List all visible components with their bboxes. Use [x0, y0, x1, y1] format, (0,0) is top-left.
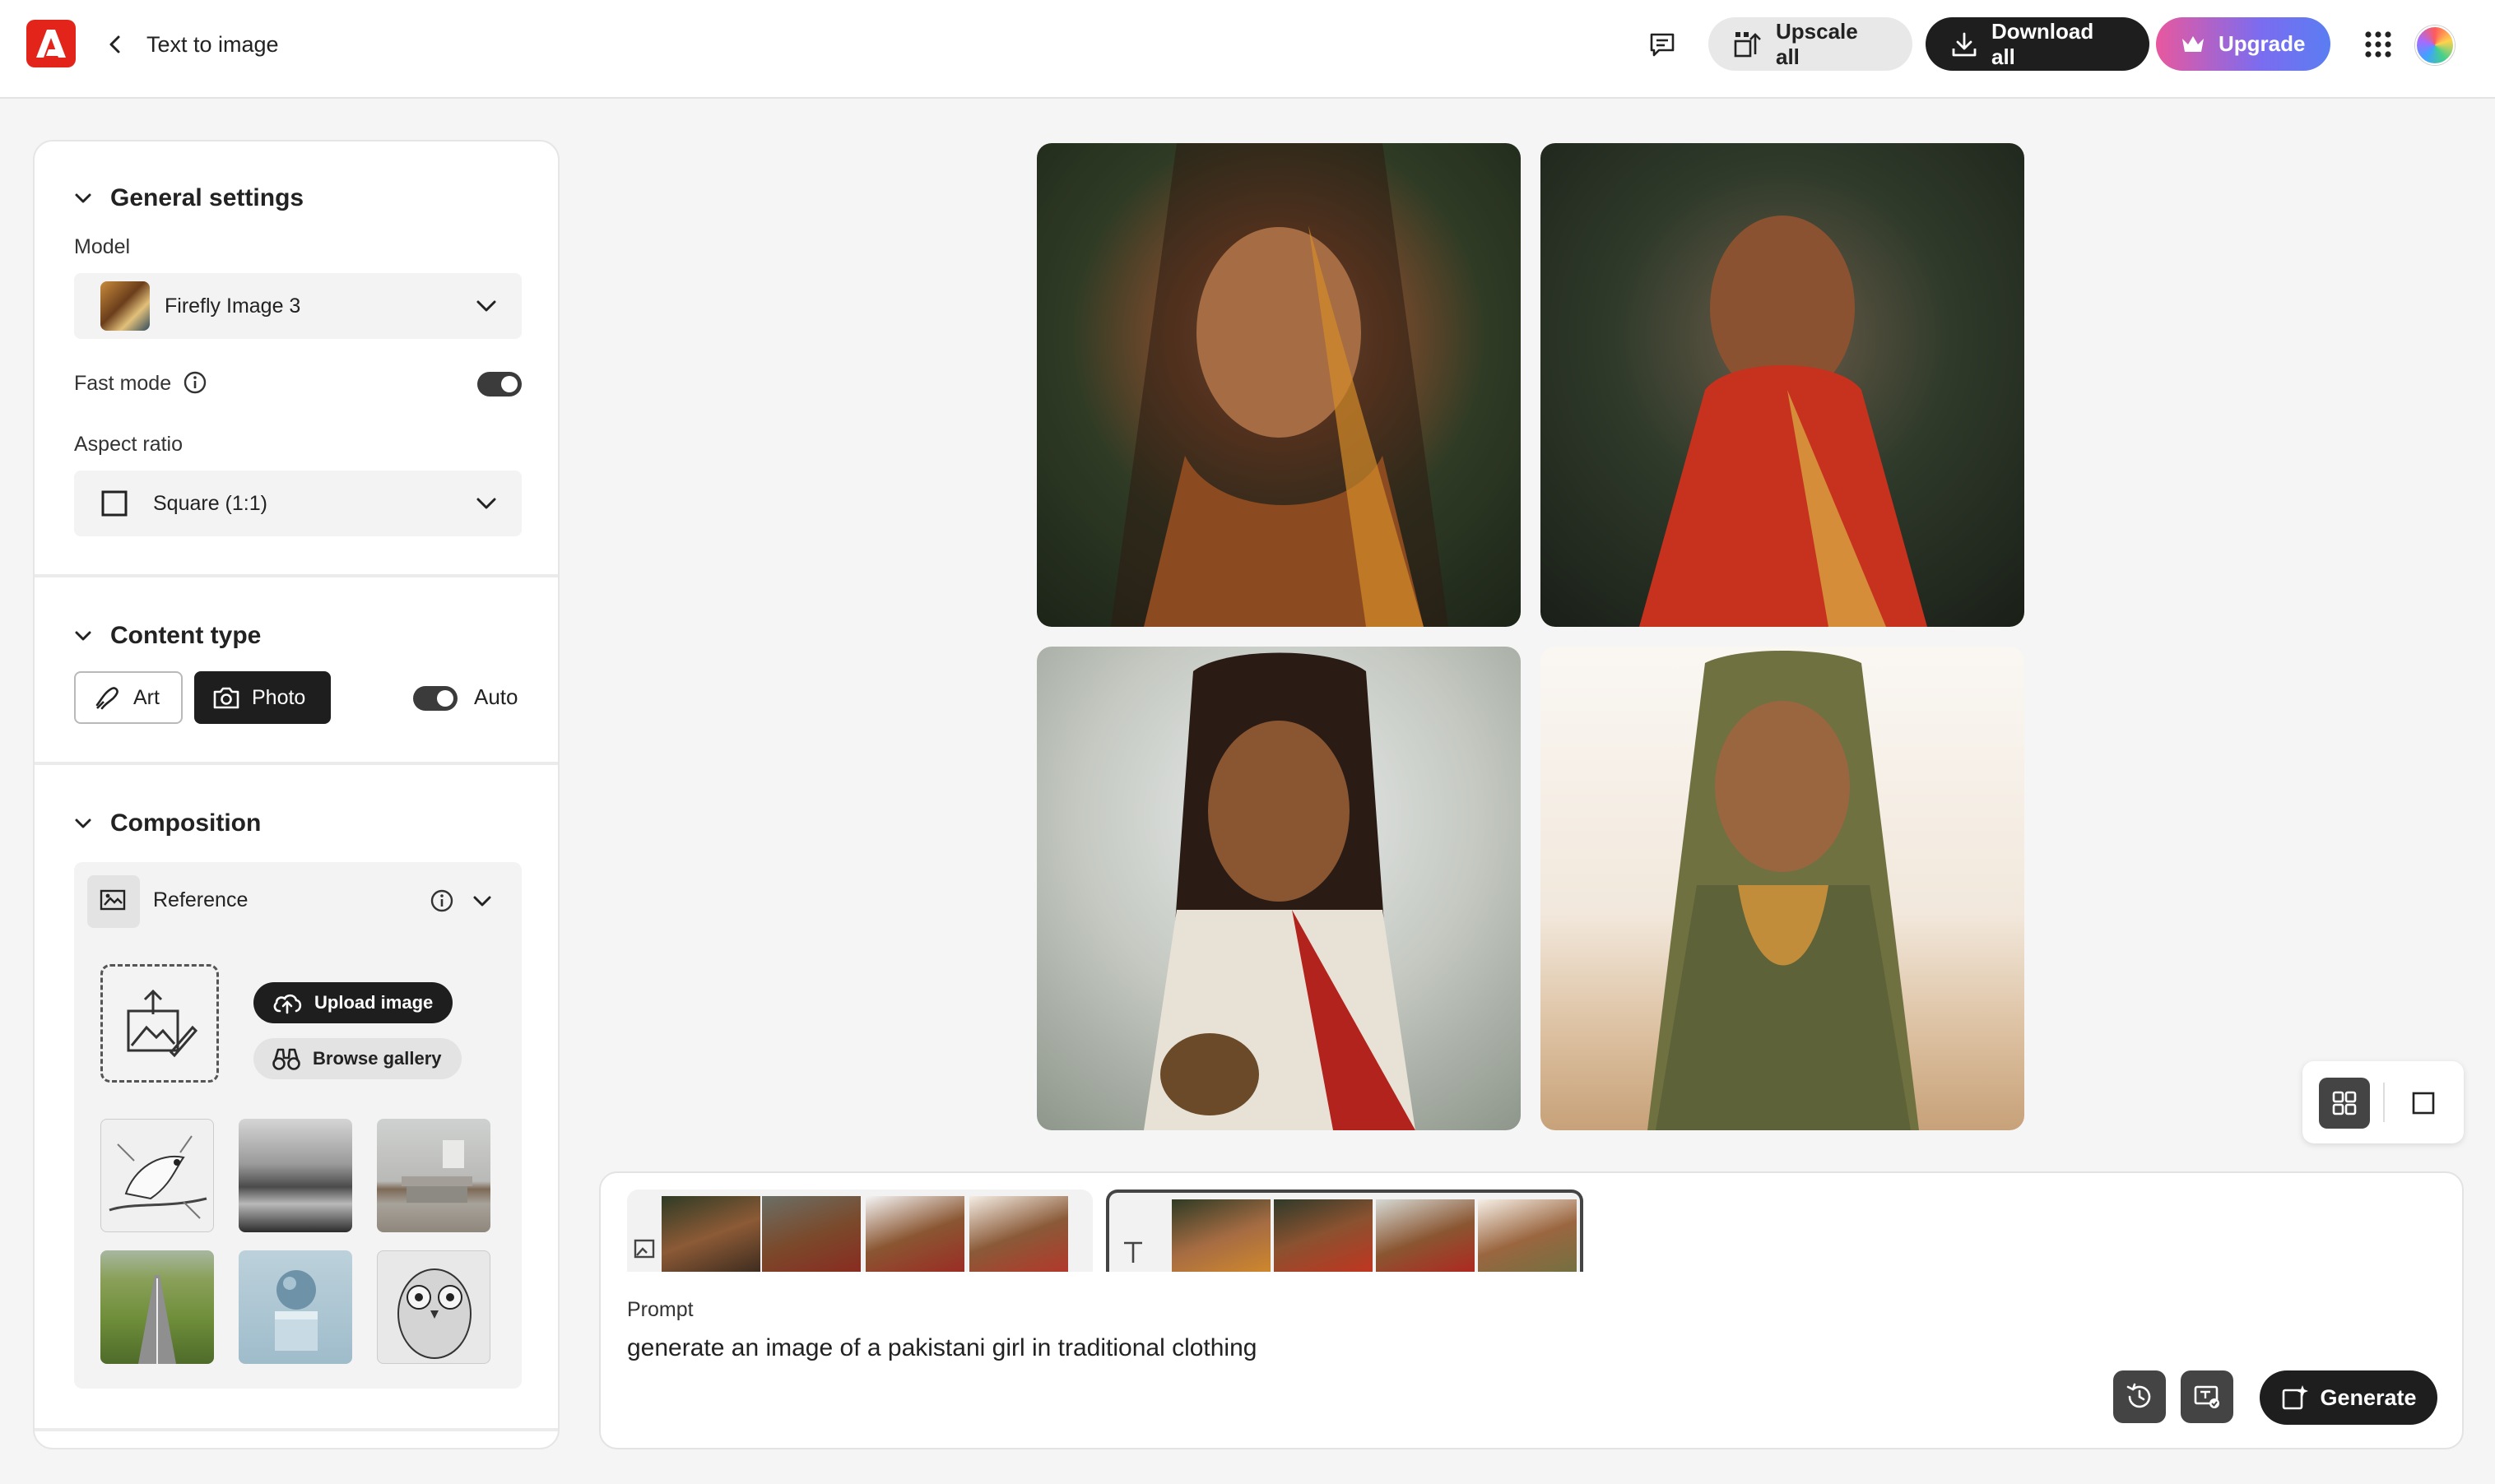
section-divider [35, 1428, 558, 1431]
reference-icon [87, 875, 140, 928]
model-select[interactable]: Firefly Image 3 [74, 273, 522, 339]
feedback-icon[interactable] [1644, 26, 1680, 63]
divider [2383, 1083, 2385, 1122]
history-set-2-selected[interactable] [1106, 1190, 1583, 1272]
art-brush-icon [94, 684, 122, 712]
adobe-logo-icon[interactable] [26, 20, 76, 67]
generated-image-2[interactable] [1540, 143, 2024, 627]
upscale-icon [1733, 30, 1763, 59]
image-drop-zone[interactable] [100, 964, 219, 1083]
general-settings-title: General settings [110, 184, 304, 211]
browse-gallery-button[interactable]: Browse gallery [253, 1038, 462, 1079]
auto-label: Auto [474, 684, 518, 709]
composition-title: Composition [110, 809, 262, 837]
history-thumbnail[interactable] [662, 1196, 760, 1272]
style-thumb-living-room[interactable] [377, 1119, 490, 1232]
photo-button[interactable]: Photo [194, 671, 331, 724]
chevron-down-icon [476, 299, 497, 313]
auto-toggle[interactable] [413, 686, 458, 711]
reference-history-icon [632, 1236, 660, 1264]
upscale-all-label: Upscale all [1776, 18, 1858, 69]
aspect-ratio-value: Square (1:1) [153, 491, 267, 515]
info-icon[interactable] [183, 370, 207, 395]
history-thumbnail[interactable] [1172, 1199, 1271, 1272]
info-icon[interactable] [430, 888, 454, 913]
single-view-button[interactable] [2398, 1078, 2449, 1129]
prompt-label: Prompt [627, 1298, 694, 1321]
content-type-header[interactable]: Content type [74, 622, 261, 650]
history-thumbnail[interactable] [1478, 1199, 1577, 1272]
style-thumb-owl-sketch[interactable] [377, 1250, 490, 1364]
fast-mode-toggle[interactable] [477, 372, 522, 397]
generate-label: Generate [2320, 1384, 2417, 1410]
generated-image-3[interactable] [1037, 647, 1521, 1130]
back-chevron-icon[interactable] [100, 30, 130, 59]
style-thumb-misty-landscape[interactable] [239, 1119, 352, 1232]
chevron-down-icon [476, 497, 497, 510]
download-icon [1950, 30, 1978, 58]
general-settings-header[interactable]: General settings [74, 184, 304, 212]
history-thumbnail[interactable] [1274, 1199, 1373, 1272]
grid-view-button[interactable] [2319, 1078, 2370, 1129]
upload-image-button[interactable]: Upload image [253, 982, 453, 1023]
model-value: Firefly Image 3 [165, 294, 301, 318]
chevron-down-icon [74, 630, 92, 642]
view-mode-toggle [2302, 1061, 2464, 1143]
download-all-button[interactable]: Download all [1926, 17, 2149, 71]
section-divider [35, 762, 558, 765]
browse-gallery-label: Browse gallery [313, 1048, 442, 1069]
upscale-all-button[interactable]: Upscale all [1708, 17, 1912, 71]
user-avatar[interactable] [2415, 26, 2455, 65]
photo-label: Photo [252, 685, 306, 709]
model-thumbnail [100, 281, 150, 331]
style-thumb-road-field[interactable] [100, 1250, 214, 1364]
camera-icon [212, 685, 240, 710]
style-thumb-bird-sketch[interactable] [100, 1119, 214, 1232]
download-all-label: Download all [1991, 18, 2094, 69]
prompt-input[interactable]: generate an image of a pakistani girl in… [627, 1334, 1257, 1362]
top-bar: Text to image Upscale all Download all U… [0, 0, 2495, 99]
composition-header[interactable]: Composition [74, 809, 261, 837]
generated-image-1[interactable] [1037, 143, 1521, 627]
section-divider [35, 574, 558, 577]
fast-mode-label: Fast mode [74, 372, 172, 395]
history-thumbnail[interactable] [969, 1196, 1068, 1272]
prompt-suggestions-button[interactable] [2181, 1370, 2233, 1423]
text-prompt-icon [1121, 1239, 1145, 1265]
reference-section: Reference Upload image Browse gallery [74, 862, 522, 1389]
generated-image-4[interactable] [1540, 647, 2024, 1130]
prompt-panel: Prompt generate an image of a pakistani … [599, 1171, 2464, 1449]
chevron-down-icon [74, 192, 92, 204]
apps-grid-icon[interactable] [2360, 26, 2396, 63]
generate-sparkle-icon [2280, 1384, 2309, 1412]
history-set-1[interactable] [627, 1190, 1093, 1272]
style-thumb-sphere-on-cube[interactable] [239, 1250, 352, 1364]
square-icon [100, 489, 128, 517]
upgrade-button[interactable]: Upgrade [2156, 17, 2330, 71]
crown-icon [2181, 34, 2205, 55]
content-type-title: Content type [110, 622, 262, 649]
chevron-down-icon [74, 818, 92, 829]
model-label: Model [74, 235, 131, 258]
aspect-ratio-label: Aspect ratio [74, 433, 184, 456]
prompt-history-button[interactable] [2113, 1370, 2166, 1423]
upgrade-label: Upgrade [2219, 31, 2306, 56]
cloud-upload-icon [272, 991, 303, 1014]
aspect-ratio-select[interactable]: Square (1:1) [74, 471, 522, 536]
history-thumbnail[interactable] [762, 1196, 861, 1272]
upload-image-label: Upload image [314, 992, 434, 1013]
reference-label: Reference [153, 888, 249, 911]
history-thumbnail[interactable] [866, 1196, 964, 1272]
chevron-down-icon[interactable] [472, 895, 492, 908]
history-thumbnail[interactable] [1376, 1199, 1475, 1272]
generate-button[interactable]: Generate [2260, 1370, 2437, 1425]
settings-panel: General settings Model Firefly Image 3 F… [33, 140, 560, 1449]
page-title: Text to image [146, 32, 279, 57]
art-button[interactable]: Art [74, 671, 183, 724]
binoculars-icon [272, 1046, 301, 1071]
art-label: Art [133, 685, 160, 709]
